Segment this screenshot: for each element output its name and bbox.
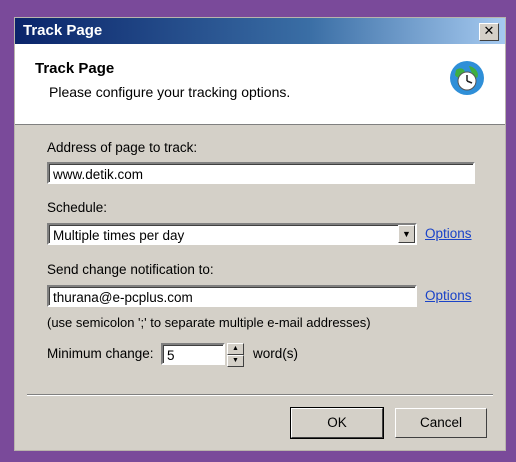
window-title: Track Page (23, 22, 103, 39)
notify-options-link[interactable]: Options (425, 288, 472, 303)
min-change-input[interactable]: 5 (161, 343, 225, 365)
track-page-dialog: Track Page ✕ Track Page Please configure… (14, 17, 506, 451)
address-label: Address of page to track: (47, 140, 198, 155)
spin-up-button[interactable]: ▲ (227, 343, 244, 355)
globe-clock-icon (450, 61, 484, 95)
chevron-up-icon: ▲ (232, 345, 239, 352)
title-bar[interactable]: Track Page ✕ (15, 18, 505, 44)
address-input[interactable]: www.detik.com (47, 162, 475, 184)
notify-email-input[interactable]: thurana@e-pcplus.com (47, 285, 417, 307)
schedule-label: Schedule: (47, 200, 108, 215)
schedule-options-link[interactable]: Options (425, 226, 472, 241)
chevron-down-icon: ▼ (402, 229, 411, 239)
cancel-button[interactable]: Cancel (395, 408, 487, 438)
chevron-down-icon: ▼ (232, 357, 239, 364)
min-change-label: Minimum change: (47, 346, 154, 361)
close-button[interactable]: ✕ (479, 23, 499, 41)
header-title: Track Page (35, 60, 115, 77)
notify-label: Send change notification to: (47, 262, 214, 277)
schedule-selected-value: Multiple times per day (53, 228, 185, 243)
header-subtitle: Please configure your tracking options. (49, 84, 291, 100)
ok-button[interactable]: OK (290, 407, 384, 439)
close-icon: ✕ (483, 23, 495, 38)
spin-down-button[interactable]: ▼ (227, 355, 244, 367)
schedule-dropdown-button[interactable]: ▼ (398, 225, 415, 243)
dialog-header: Track Page Please configure your trackin… (15, 44, 505, 125)
min-change-unit: word(s) (253, 346, 299, 361)
footer-divider (27, 394, 493, 396)
notify-hint: (use semicolon ';' to separate multiple … (47, 315, 371, 330)
schedule-select[interactable]: Multiple times per day (47, 223, 417, 245)
